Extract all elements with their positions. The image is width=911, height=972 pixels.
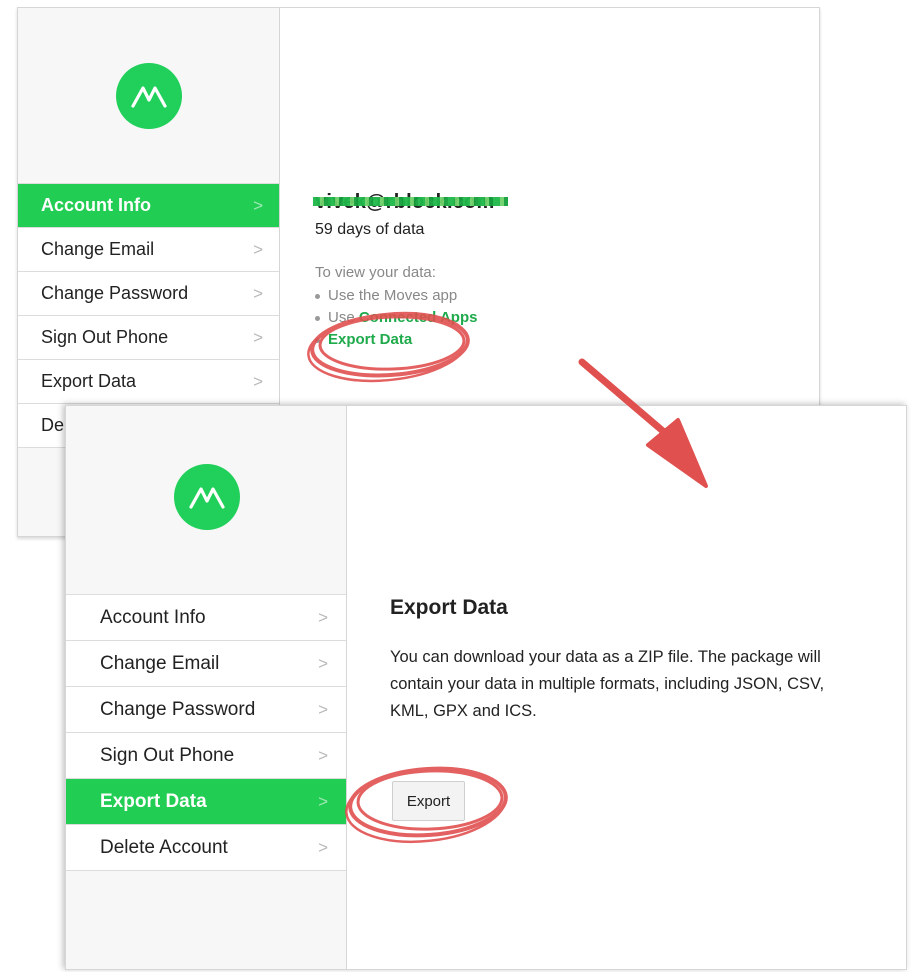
chevron-right-icon: >	[318, 653, 328, 673]
page-title: Export Data	[390, 596, 508, 619]
menu-item-change-email[interactable]: Change Email >	[18, 228, 279, 272]
bullet-icon	[315, 337, 320, 343]
menu-item-change-password[interactable]: Change Password >	[18, 272, 279, 316]
menu-item-export-data[interactable]: Export Data >	[66, 779, 346, 825]
menu-item-account-info[interactable]: Account Info >	[66, 595, 346, 641]
sidebar: Account Info > Change Email > Change Passw…	[66, 406, 347, 969]
menu-item-delete-account[interactable]: Delete Account >	[66, 825, 346, 871]
menu-item-account-info[interactable]: Account Info >	[18, 184, 279, 228]
export-button[interactable]: Export	[392, 781, 465, 821]
menu-item-label: Change Email	[100, 652, 220, 674]
export-description: You can download your data as a ZIP file…	[390, 648, 825, 720]
list-item: Use Connected Apps	[315, 307, 477, 329]
view-data-label: To view your data:	[315, 264, 436, 281]
chevron-right-icon: >	[253, 327, 263, 347]
chevron-right-icon: >	[318, 607, 328, 627]
chevron-right-icon: >	[318, 837, 328, 857]
settings-menu: Account Info > Change Email > Change Passw…	[66, 594, 346, 871]
menu-item-label: Export Data	[100, 790, 207, 812]
menu-item-label: Change Password	[100, 698, 256, 720]
menu-item-label: Account Info	[41, 195, 151, 215]
chevron-right-icon: >	[253, 195, 263, 215]
list-item: Use the Moves app	[315, 285, 477, 307]
chevron-right-icon: >	[253, 371, 263, 391]
chevron-right-icon: >	[318, 745, 328, 765]
chevron-right-icon: >	[318, 699, 328, 719]
menu-item-sign-out-phone[interactable]: Sign Out Phone >	[18, 316, 279, 360]
chevron-right-icon: >	[253, 283, 263, 303]
moves-logo-icon	[116, 63, 182, 129]
redaction-scribble	[313, 197, 508, 206]
connected-apps-link[interactable]: Connected Apps	[359, 309, 478, 326]
moves-logo-icon	[174, 464, 240, 530]
chevron-right-icon: >	[318, 791, 328, 811]
menu-item-label: Account Info	[100, 606, 206, 628]
menu-item-label: Export Data	[41, 371, 137, 391]
menu-item-label: Del	[41, 415, 69, 435]
menu-item-export-data[interactable]: Export Data >	[18, 360, 279, 404]
menu-item-label: Change Email	[41, 239, 155, 259]
option-text: Use	[328, 309, 359, 326]
bullet-icon	[315, 315, 320, 321]
bullet-icon	[315, 293, 320, 299]
data-days-count: 59 days of data	[315, 221, 425, 238]
menu-item-label: Change Password	[41, 283, 189, 303]
export-data-content: Export Data You can download your data a…	[347, 406, 906, 969]
chevron-right-icon: >	[253, 239, 263, 259]
export-data-link[interactable]: Export Data	[328, 331, 412, 348]
option-text: Use the Moves app	[328, 287, 458, 304]
menu-item-sign-out-phone[interactable]: Sign Out Phone >	[66, 733, 346, 779]
menu-item-label: Sign Out Phone	[100, 744, 235, 766]
front-settings-panel: Account Info > Change Email > Change Passw…	[65, 405, 907, 970]
menu-item-label: Delete Account	[100, 836, 228, 858]
account-email: vivek@rblock.com	[313, 191, 508, 214]
view-data-options: Use the Moves app Use Connected Apps Exp…	[315, 285, 477, 351]
list-item: Export Data	[315, 329, 477, 351]
menu-item-change-email[interactable]: Change Email >	[66, 641, 346, 687]
menu-item-label: Sign Out Phone	[41, 327, 169, 347]
menu-item-change-password[interactable]: Change Password >	[66, 687, 346, 733]
